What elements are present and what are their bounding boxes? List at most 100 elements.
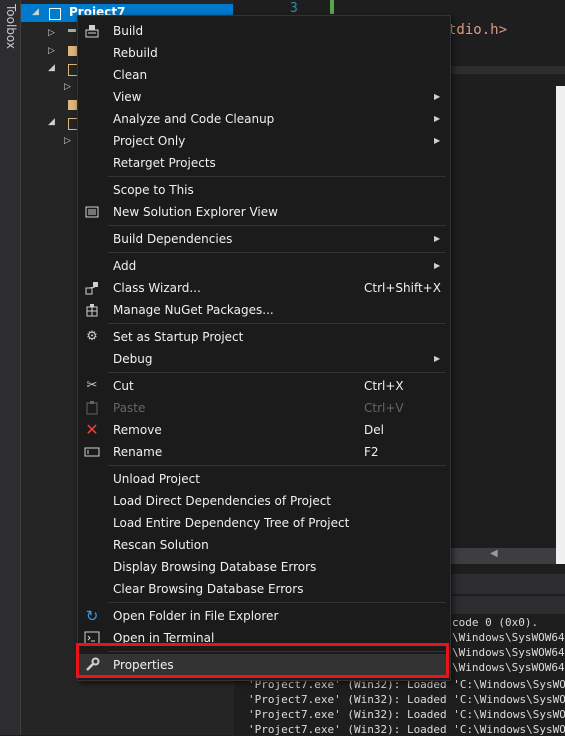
menu-item-label: Paste [113, 401, 146, 415]
menu-item-label: Open Folder in File Explorer [113, 609, 279, 623]
menu-item-clear-errors[interactable]: Clear Browsing Database Errors [79, 578, 449, 600]
menu-item-build-dependencies[interactable]: Build Dependencies ▶ [79, 228, 449, 250]
scroll-left-icon[interactable]: ◀ [490, 548, 498, 559]
output-line: 'Project7.exe' (Win32): Loaded 'C:\Windo… [248, 723, 565, 736]
menu-item-add[interactable]: Add ▶ [79, 255, 449, 277]
scroll-corner [556, 548, 565, 564]
menu-item-shortcut: Ctrl+X [364, 379, 404, 393]
menu-item-retarget[interactable]: Retarget Projects [79, 152, 449, 174]
menu-item-display-errors[interactable]: Display Browsing Database Errors [79, 556, 449, 578]
menu-item-load-direct[interactable]: Load Direct Dependencies of Project [79, 490, 449, 512]
menu-item-label: Remove [113, 423, 162, 437]
submenu-arrow-icon: ▶ [434, 114, 441, 123]
menu-item-label: Retarget Projects [113, 156, 216, 170]
context-menu: Build Rebuild Clean View ▶ Analyze and C… [77, 15, 451, 681]
refresh-arrow-icon: ↻ [85, 607, 99, 625]
expand-arrow-icon[interactable]: ◢ [32, 7, 42, 17]
new-view-icon [84, 204, 100, 220]
menu-item-label: Rebuild [113, 46, 158, 60]
menu-item-label: Scope to This [113, 183, 194, 197]
toolbox-label[interactable]: Toolbox [2, 4, 18, 49]
close-icon: ✕ [85, 420, 99, 439]
menu-item-label: Clean [113, 68, 148, 82]
menu-separator [108, 252, 446, 253]
menu-item-label: View [113, 90, 142, 104]
submenu-arrow-icon: ▶ [434, 92, 441, 101]
menu-item-label: Build [113, 24, 144, 38]
expand-arrow-icon[interactable]: ◢ [48, 63, 58, 73]
menu-item-new-view[interactable]: New Solution Explorer View [79, 201, 449, 223]
change-indicator [330, 0, 334, 14]
menu-item-analyze[interactable]: Analyze and Code Cleanup ▶ [79, 108, 449, 130]
collapse-arrow-icon[interactable]: ▷ [64, 82, 74, 92]
menu-item-label: Display Browsing Database Errors [113, 560, 317, 574]
output-line: \Windows\SysWOW64\n [452, 661, 565, 674]
collapse-arrow-icon[interactable]: ▷ [64, 136, 74, 146]
menu-item-label: Rename [113, 445, 163, 459]
rename-icon [84, 444, 100, 460]
submenu-arrow-icon: ▶ [434, 136, 441, 145]
nuget-icon [84, 302, 100, 318]
highlight-box [76, 643, 449, 678]
menu-item-class-wizard[interactable]: Class Wizard... Ctrl+Shift+X [79, 277, 449, 299]
panel-strip [556, 86, 565, 551]
menu-item-paste[interactable]: Paste Ctrl+V [79, 397, 449, 419]
submenu-arrow-icon: ▶ [434, 261, 441, 270]
menu-item-view[interactable]: View ▶ [79, 86, 449, 108]
menu-item-label: Manage NuGet Packages... [113, 303, 274, 317]
menu-separator [108, 323, 446, 324]
menu-item-label: Add [113, 259, 137, 273]
menu-item-startup[interactable]: ⚙ Set as Startup Project [79, 326, 449, 348]
horizontal-scrollbar[interactable] [450, 548, 565, 564]
panel-header [450, 66, 565, 74]
menu-item-label: Set as Startup Project [113, 330, 244, 344]
menu-item-shortcut: Ctrl+Shift+X [364, 281, 441, 295]
output-line: \Windows\SysWOW64\m [452, 646, 565, 659]
line-number: 3 [290, 1, 298, 16]
menu-item-project-only[interactable]: Project Only ▶ [79, 130, 449, 152]
menu-item-remove[interactable]: ✕ Remove Del [79, 419, 449, 441]
output-line: 'Project7.exe' (Win32): Loaded 'C:\Windo… [248, 708, 565, 721]
menu-item-label: Build Dependencies [113, 232, 233, 246]
collapse-arrow-icon[interactable]: ▷ [48, 46, 58, 56]
menu-item-rename[interactable]: Rename F2 [79, 441, 449, 463]
menu-item-shortcut: Del [364, 423, 384, 437]
menu-item-label: Rescan Solution [113, 538, 209, 552]
menu-item-rebuild[interactable]: Rebuild [79, 42, 449, 64]
menu-item-load-tree[interactable]: Load Entire Dependency Tree of Project [79, 512, 449, 534]
menu-separator [108, 372, 446, 373]
menu-item-label: Cut [113, 379, 134, 393]
project-icon [49, 8, 61, 20]
menu-item-cut[interactable]: ✂ Cut Ctrl+X [79, 375, 449, 397]
menu-item-label: Clear Browsing Database Errors [113, 582, 304, 596]
menu-item-unload[interactable]: Unload Project [79, 468, 449, 490]
menu-item-build[interactable]: Build [79, 20, 449, 42]
submenu-arrow-icon: ▶ [434, 234, 441, 243]
inner-panel [450, 86, 565, 551]
menu-item-scope[interactable]: Scope to This [79, 179, 449, 201]
menu-item-label: Class Wizard... [113, 281, 201, 295]
output-toolbar [450, 574, 565, 594]
menu-item-rescan[interactable]: Rescan Solution [79, 534, 449, 556]
menu-item-clean[interactable]: Clean [79, 64, 449, 86]
menu-separator [108, 225, 446, 226]
menu-item-nuget[interactable]: Manage NuGet Packages... [79, 299, 449, 321]
toolbox-strip[interactable]: Toolbox [0, 0, 21, 735]
menu-item-label: Debug [113, 352, 153, 366]
code-line[interactable]: tdio.h> [448, 22, 507, 38]
expand-arrow-icon[interactable]: ◢ [48, 117, 58, 127]
collapse-arrow-icon[interactable]: ▷ [48, 28, 58, 38]
clipboard-icon [84, 400, 100, 416]
output-toolbar [450, 596, 565, 614]
menu-item-shortcut: F2 [364, 445, 379, 459]
menu-item-label: Analyze and Code Cleanup [113, 112, 275, 126]
menu-item-open-folder[interactable]: ↻ Open Folder in File Explorer [79, 605, 449, 627]
gear-icon: ⚙ [86, 329, 98, 344]
menu-separator [108, 465, 446, 466]
menu-item-label: Project Only [113, 134, 186, 148]
menu-item-label: Unload Project [113, 472, 200, 486]
output-line: 'Project7.exe' (Win32): Loaded 'C:\Windo… [248, 693, 565, 706]
menu-item-debug[interactable]: Debug ▶ [79, 348, 449, 370]
menu-separator [108, 602, 446, 603]
menu-separator [108, 176, 446, 177]
